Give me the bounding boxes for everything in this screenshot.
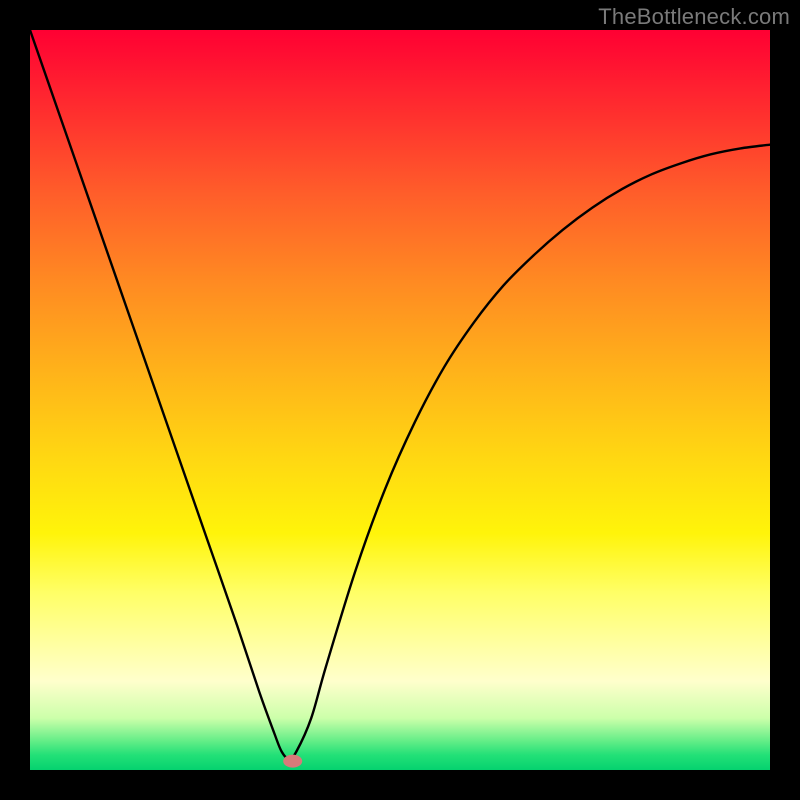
watermark-text: TheBottleneck.com [598, 4, 790, 30]
chart-svg [30, 30, 770, 770]
chart-frame: TheBottleneck.com [0, 0, 800, 800]
plot-area [30, 30, 770, 770]
minimum-marker [284, 755, 302, 767]
curve-line [30, 30, 770, 759]
